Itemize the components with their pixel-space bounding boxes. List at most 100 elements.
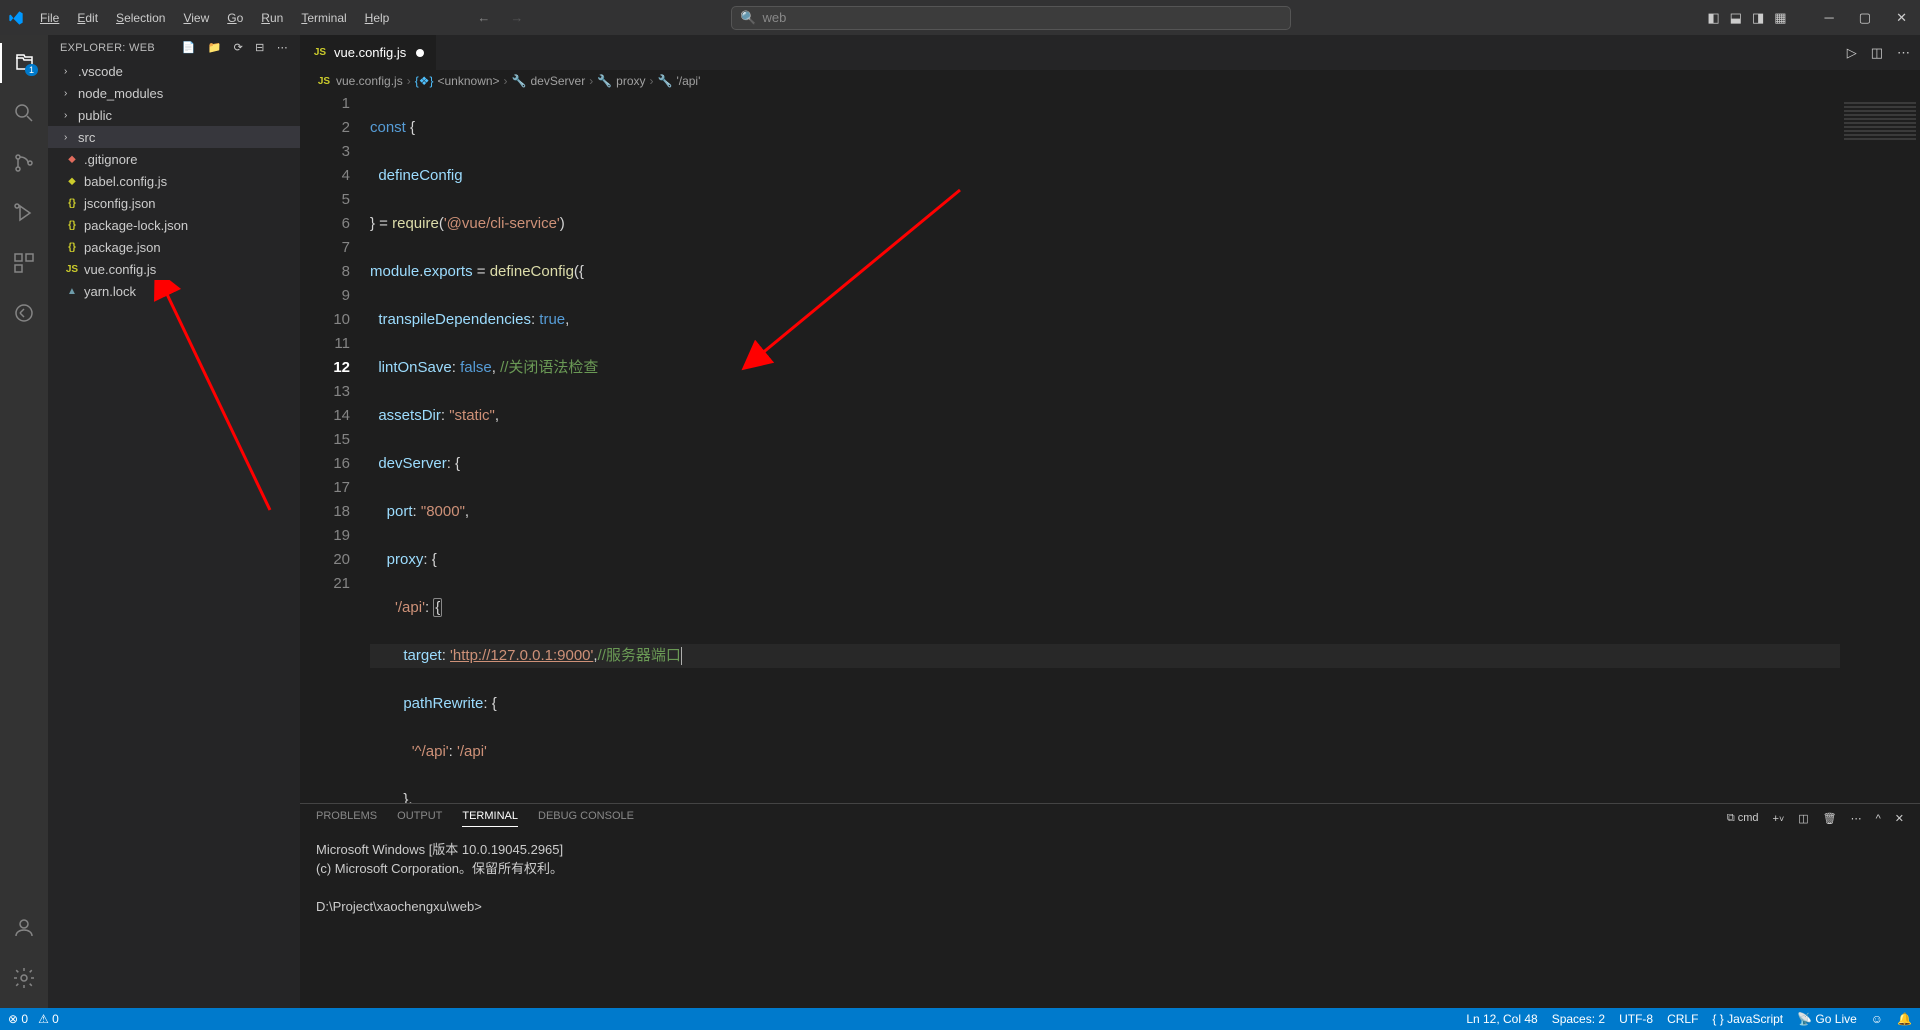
refresh-icon[interactable]: ⟳ <box>234 41 244 54</box>
tree-file[interactable]: ⬥babel.config.js <box>48 170 300 192</box>
tree-folder[interactable]: ›.vscode <box>48 60 300 82</box>
tree-file[interactable]: {}package.json <box>48 236 300 258</box>
code-content[interactable]: const { defineConfig } = require('@vue/c… <box>370 92 1840 803</box>
gutter: 123456789101112131415161718192021 <box>300 92 370 803</box>
title-bar: File Edit Selection View Go Run Terminal… <box>0 0 1920 35</box>
editor-area: JS vue.config.js ▷ ◫ ⋯ JS vue.config.js›… <box>300 35 1920 1008</box>
tab-more-icon[interactable]: ⋯ <box>1897 45 1910 61</box>
activity-explorer-icon[interactable]: 1 <box>0 43 48 83</box>
sidebar-title: EXPLORER: WEB <box>60 42 155 54</box>
split-icon[interactable]: ◫ <box>1871 45 1883 61</box>
nav-back-icon[interactable]: ← <box>477 10 490 25</box>
modified-dot-icon <box>416 49 424 57</box>
file-tree: ›.vscode ›node_modules ›public ›src ⬥.gi… <box>48 60 300 1008</box>
tree-file[interactable]: ▲yarn.lock <box>48 280 300 302</box>
run-icon[interactable]: ▷ <box>1847 45 1857 61</box>
tree-folder[interactable]: ›public <box>48 104 300 126</box>
status-spaces[interactable]: Spaces: 2 <box>1552 1012 1605 1026</box>
git-file-icon: ⬥ <box>64 151 80 167</box>
tree-file[interactable]: JSvue.config.js <box>48 258 300 280</box>
vscode-icon <box>8 10 24 26</box>
breadcrumbs[interactable]: JS vue.config.js› {❖}<unknown>› 🔧devServ… <box>300 70 1920 92</box>
status-bar: ⊗ 0 ⚠ 0 Ln 12, Col 48 Spaces: 2 UTF-8 CR… <box>0 1008 1920 1030</box>
panel-tabs: PROBLEMS OUTPUT TERMINAL DEBUG CONSOLE ⧉… <box>300 804 1920 833</box>
tab-label: vue.config.js <box>334 45 406 60</box>
new-file-icon[interactable]: 📄 <box>182 41 196 54</box>
menu-go[interactable]: Go <box>219 7 251 29</box>
menu-selection[interactable]: Selection <box>108 7 173 29</box>
activity-bar: 1 <box>0 35 48 1008</box>
activity-account-icon[interactable] <box>0 908 48 948</box>
menu-run[interactable]: Run <box>253 7 291 29</box>
status-errors[interactable]: ⊗ 0 <box>8 1012 28 1026</box>
sidebar-header: EXPLORER: WEB 📄 📁 ⟳ ⊟ ⋯ <box>48 35 300 60</box>
tree-file[interactable]: ⬥.gitignore <box>48 148 300 170</box>
chevron-right-icon: › <box>64 66 74 77</box>
collapse-icon[interactable]: ⊟ <box>255 41 265 54</box>
activity-extensions-icon[interactable] <box>0 243 48 283</box>
more-icon[interactable]: ⋯ <box>277 41 288 54</box>
status-feedback-icon[interactable]: ☺ <box>1871 1012 1883 1026</box>
cursor <box>681 647 682 665</box>
activity-debug-icon[interactable] <box>0 193 48 233</box>
chevron-right-icon: › <box>64 110 74 121</box>
panel-tab-debug[interactable]: DEBUG CONSOLE <box>538 810 634 827</box>
nav-forward-icon[interactable]: → <box>510 10 523 25</box>
terminal-trash-icon[interactable]: 🗑 <box>1823 812 1837 825</box>
chevron-right-icon: › <box>64 88 74 99</box>
menu-file[interactable]: File <box>32 7 67 29</box>
status-lang[interactable]: { } JavaScript <box>1712 1012 1783 1026</box>
minimize-icon[interactable]: ─ <box>1825 10 1834 26</box>
activity-settings-icon[interactable] <box>0 958 48 998</box>
chevron-right-icon: › <box>64 132 74 143</box>
json-file-icon: {} <box>64 217 80 233</box>
maximize-icon[interactable]: ▢ <box>1859 10 1871 26</box>
menu-help[interactable]: Help <box>357 7 398 29</box>
tree-file[interactable]: {}jsconfig.json <box>48 192 300 214</box>
minimap[interactable] <box>1840 92 1920 803</box>
panel-bottom-icon[interactable]: ⬓ <box>1730 10 1742 26</box>
panel-tab-terminal[interactable]: TERMINAL <box>462 810 518 827</box>
tab-vue-config[interactable]: JS vue.config.js <box>300 35 437 70</box>
menu-terminal[interactable]: Terminal <box>293 7 354 29</box>
tree-folder-src[interactable]: ›src <box>48 126 300 148</box>
close-icon[interactable]: ✕ <box>1896 10 1907 26</box>
terminal-split-icon[interactable]: ◫ <box>1798 812 1808 825</box>
layout-icon[interactable]: ▦ <box>1774 10 1786 26</box>
explorer-badge: 1 <box>25 64 38 76</box>
terminal-shell-icon[interactable]: ⧉ cmd <box>1727 812 1759 825</box>
tree-file[interactable]: {}package-lock.json <box>48 214 300 236</box>
panel-tab-output[interactable]: OUTPUT <box>397 810 442 827</box>
tab-bar: JS vue.config.js ▷ ◫ ⋯ <box>300 35 1920 70</box>
search-icon: 🔍 <box>740 10 756 26</box>
activity-scm-icon[interactable] <box>0 143 48 183</box>
command-center[interactable]: 🔍 web <box>731 6 1291 30</box>
status-warnings[interactable]: ⚠ 0 <box>38 1012 59 1026</box>
panel-right-icon[interactable]: ◨ <box>1752 10 1764 26</box>
panel-close-icon[interactable]: ✕ <box>1895 812 1904 825</box>
terminal-more-icon[interactable]: ⋯ <box>1851 812 1862 825</box>
status-encoding[interactable]: UTF-8 <box>1619 1012 1653 1026</box>
status-bell-icon[interactable]: 🔔 <box>1897 1012 1912 1026</box>
menu-edit[interactable]: Edit <box>69 7 106 29</box>
terminal-content[interactable]: Microsoft Windows [版本 10.0.19045.2965] (… <box>300 833 1920 1008</box>
js-file-icon: JS <box>316 73 332 89</box>
js-file-icon: JS <box>64 261 80 277</box>
panel-max-icon[interactable]: ^ <box>1876 813 1881 825</box>
js-file-icon: ⬥ <box>64 173 80 189</box>
json-file-icon: {} <box>64 195 80 211</box>
terminal-new-icon[interactable]: +˅ <box>1773 813 1785 825</box>
menu-view[interactable]: View <box>175 7 217 29</box>
tree-folder[interactable]: ›node_modules <box>48 82 300 104</box>
activity-search-icon[interactable] <box>0 93 48 133</box>
panel-tab-problems[interactable]: PROBLEMS <box>316 810 377 827</box>
status-golive[interactable]: 📡 Go Live <box>1797 1012 1857 1026</box>
status-eol[interactable]: CRLF <box>1667 1012 1698 1026</box>
sidebar: EXPLORER: WEB 📄 📁 ⟳ ⊟ ⋯ ›.vscode ›node_m… <box>48 35 300 1008</box>
editor[interactable]: 123456789101112131415161718192021 const … <box>300 92 1920 803</box>
status-line-col[interactable]: Ln 12, Col 48 <box>1466 1012 1537 1026</box>
js-file-icon: JS <box>312 45 328 61</box>
activity-remote-icon[interactable] <box>0 293 48 333</box>
new-folder-icon[interactable]: 📁 <box>208 41 222 54</box>
panel-left-icon[interactable]: ◧ <box>1707 10 1719 26</box>
